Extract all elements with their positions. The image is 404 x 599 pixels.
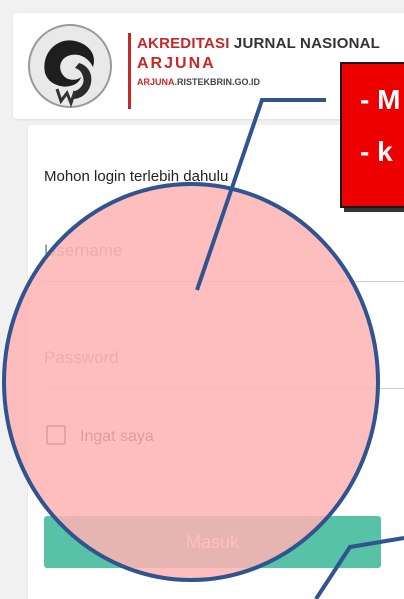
login-submit-button[interactable]: Masuk [44, 516, 381, 568]
login-prompt: Mohon login terlebih dahulu [44, 168, 229, 185]
remember-label[interactable]: Ingat saya [80, 428, 154, 446]
logo-divider [128, 33, 131, 109]
annotation-line-2: - k [360, 136, 393, 167]
brand-url: ARJUNA.RISTEKBRIN.GO.ID [137, 77, 260, 87]
arjuna-logo-icon [28, 24, 112, 108]
brand-url-accent: ARJUNA. [137, 77, 178, 87]
brand-name: ARJUNA [137, 55, 216, 72]
annotation-line-1: - M [360, 84, 401, 115]
username-input[interactable]: Username [44, 241, 122, 261]
remember-checkbox[interactable] [46, 425, 66, 445]
brand-title-accent: AKREDITASI [137, 35, 230, 52]
password-input[interactable]: Password [44, 348, 119, 368]
username-underline [44, 281, 404, 282]
brand-url-rest: RISTEKBRIN.GO.ID [177, 77, 261, 87]
brand-title-rest: JURNAL NASIONAL [229, 35, 380, 52]
annotation-note: - M - k [340, 62, 404, 208]
password-underline [44, 388, 404, 389]
brand-title: AKREDITASI JURNAL NASIONAL [137, 35, 380, 52]
